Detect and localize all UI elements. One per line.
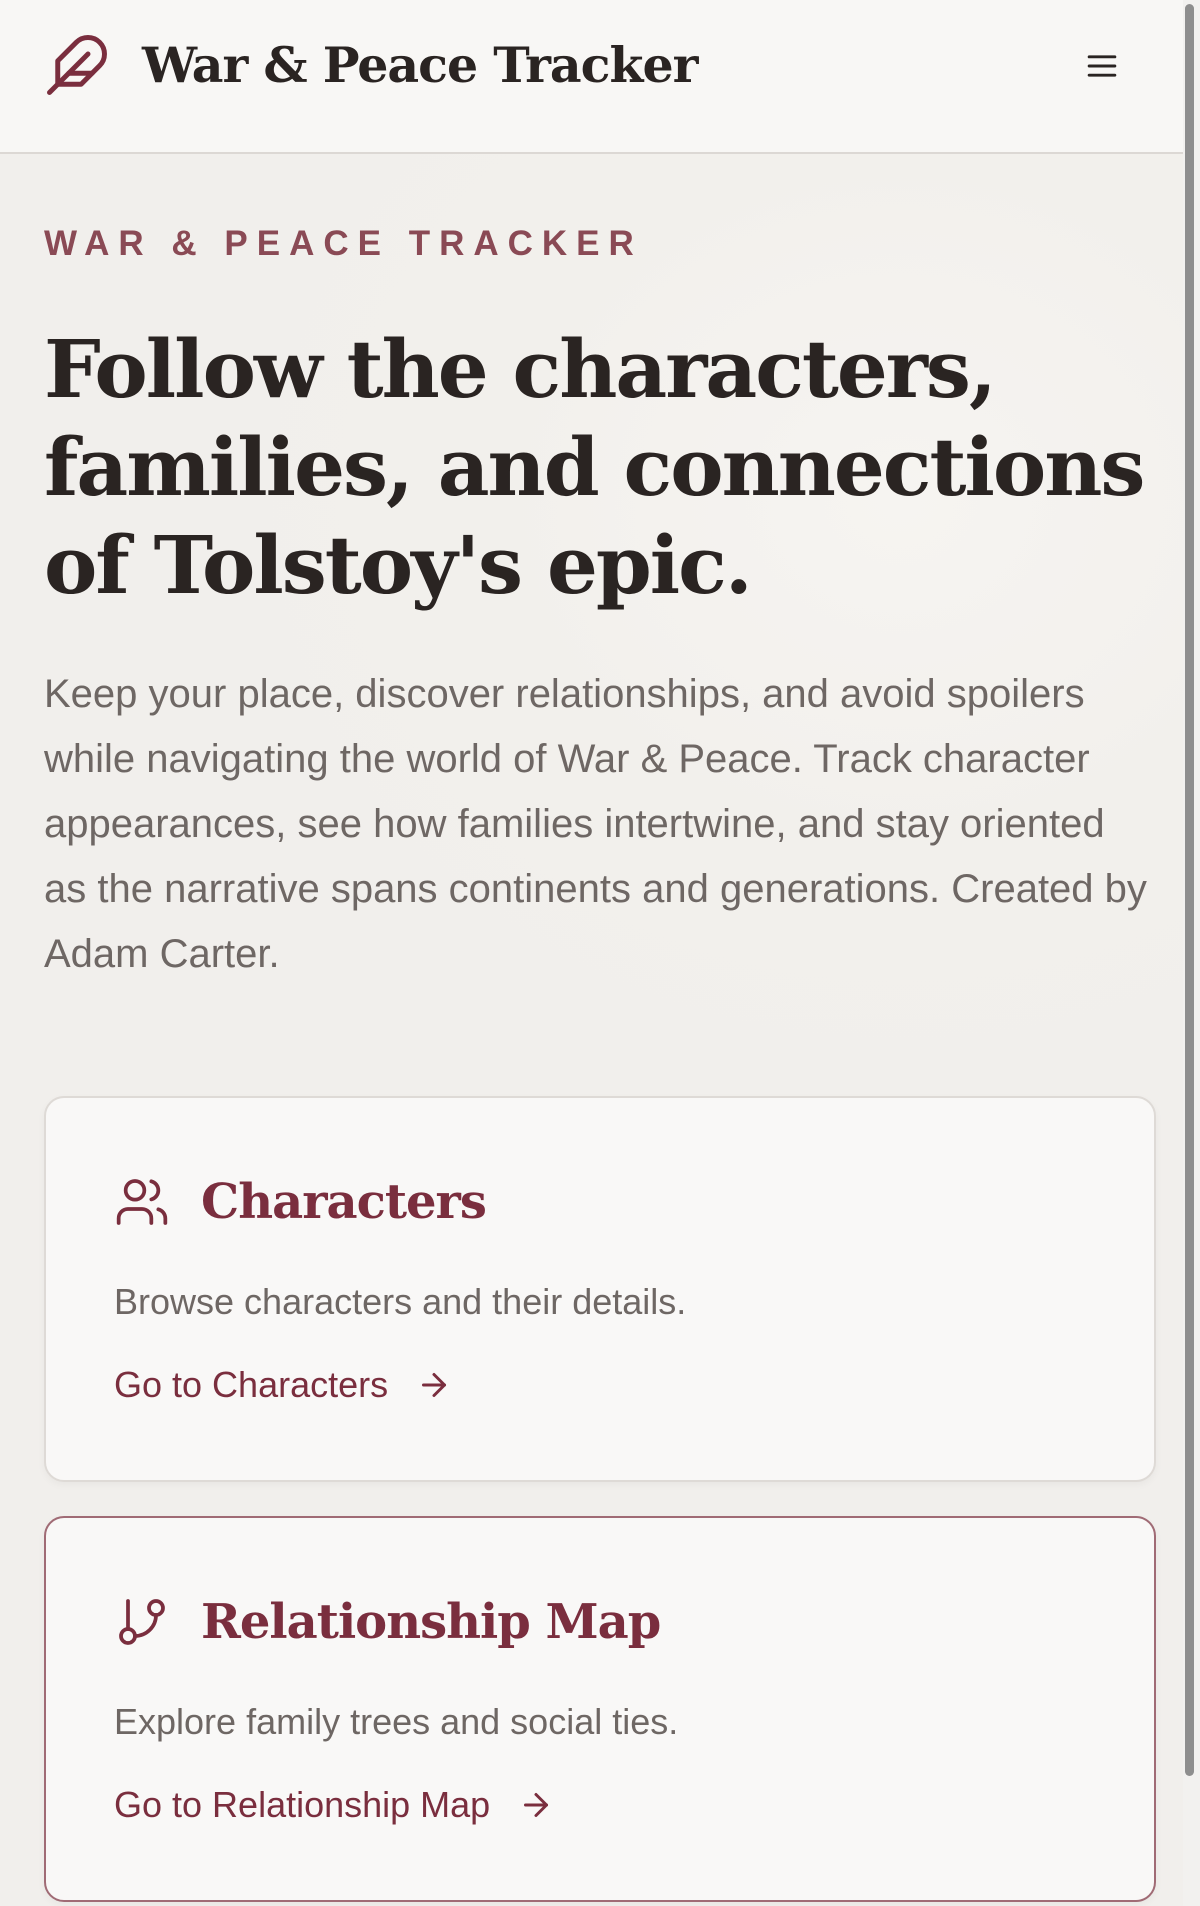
hero-eyebrow: WAR & PEACE TRACKER: [44, 224, 643, 263]
brand-name[interactable]: War & Peace Tracker: [142, 36, 698, 94]
hero-title: Follow the characters, families, and con…: [44, 322, 1145, 612]
feather-icon[interactable]: [44, 32, 110, 98]
link-label: Go to Relationship Map: [114, 1784, 491, 1825]
characters-card[interactable]: Characters Browse characters and their d…: [44, 1096, 1156, 1482]
card-title: Relationship Map: [201, 1594, 661, 1650]
git-branch-icon: [119, 1599, 165, 1645]
card-title: Characters: [201, 1174, 487, 1230]
go-to-characters-link[interactable]: Go to Characters: [114, 1364, 452, 1406]
hero-description: Keep your place, discover relationships,…: [44, 672, 1147, 976]
card-description: Explore family trees and social ties.: [114, 1701, 679, 1742]
arrow-right-icon: [524, 1793, 549, 1817]
menu-button[interactable]: [1080, 44, 1124, 88]
scrollbar-thumb[interactable]: [1185, 4, 1194, 1776]
link-label: Go to Characters: [114, 1364, 389, 1405]
go-to-relationship-map-link[interactable]: Go to Relationship Map: [114, 1784, 554, 1826]
users-icon: [116, 1179, 168, 1225]
arrow-right-icon: [422, 1373, 447, 1397]
relationship-map-card[interactable]: Relationship Map Explore family trees an…: [44, 1516, 1156, 1902]
card-description: Browse characters and their details.: [114, 1281, 687, 1322]
top-navbar: War & Peace Tracker: [0, 0, 1183, 154]
hamburger-menu-icon: [1087, 55, 1117, 77]
page: War & Peace Tracker WAR & PEACE TRACKER …: [0, 0, 1200, 1906]
